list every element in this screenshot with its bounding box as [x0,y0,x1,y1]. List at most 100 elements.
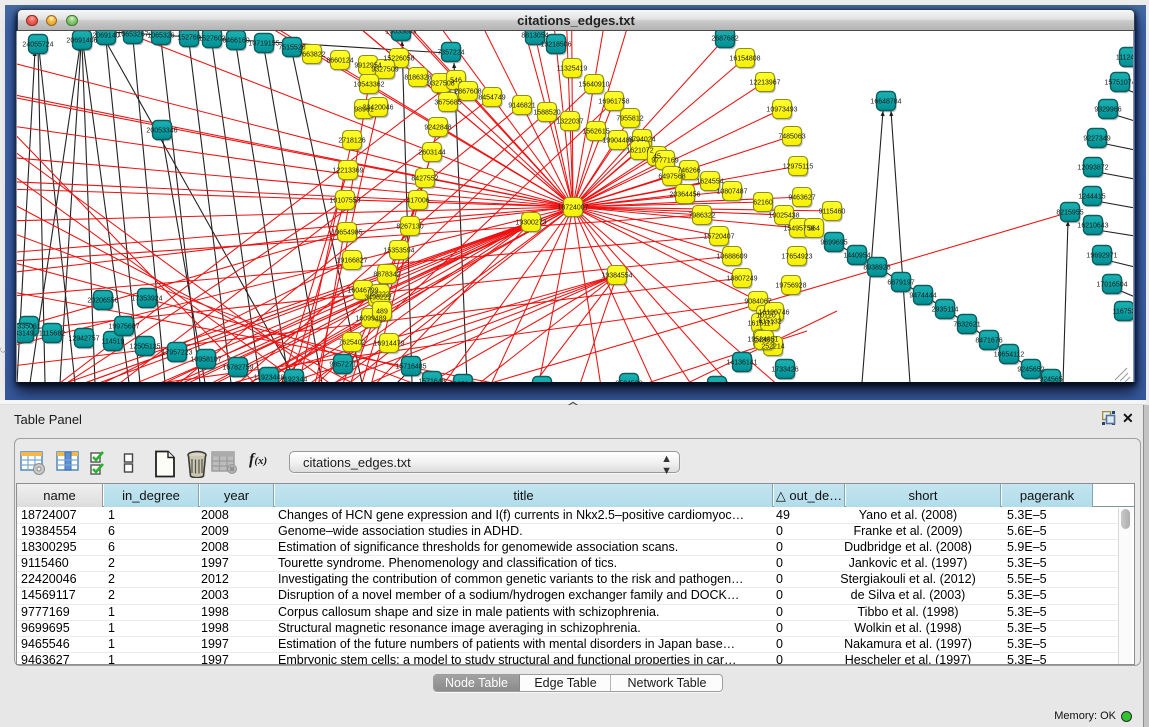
svg-text:16648784: 16648784 [870,99,901,106]
svg-text:16914479: 16914479 [373,341,404,348]
svg-text:10807487: 10807487 [716,189,747,196]
svg-text:11325419: 11325419 [557,66,588,73]
svg-text:964: 964 [808,226,820,233]
svg-text:19654985: 19654985 [331,230,362,237]
svg-text:16782759: 16782759 [222,365,253,372]
svg-text:12093872: 12093872 [1077,165,1108,172]
svg-text:9327509: 9327509 [371,67,398,74]
svg-text:10654112: 10654112 [994,352,1025,359]
svg-text:16120746: 16120746 [758,310,789,317]
svg-text:12942757: 12942757 [68,336,99,343]
svg-text:17957223: 17957223 [161,350,192,357]
svg-text:2069140: 2069140 [92,33,119,40]
svg-text:9463627: 9463627 [788,195,815,202]
svg-text:15716485: 15716485 [395,364,426,371]
svg-text:1440954: 1440954 [843,253,870,260]
svg-text:19756928: 19756928 [775,283,806,290]
svg-text:12975115: 12975115 [783,164,814,171]
svg-text:1624554: 1624554 [696,179,723,186]
svg-text:417006: 417006 [406,198,429,205]
svg-text:15226058: 15226058 [383,56,414,63]
svg-text:10719155: 10719155 [248,41,279,48]
svg-text:252214: 252214 [761,344,784,351]
svg-text:8215955: 8215955 [1056,210,1083,217]
svg-text:9115460: 9115460 [819,209,846,216]
svg-text:8660124: 8660124 [326,58,353,65]
svg-text:7955812: 7955812 [616,116,643,123]
svg-text:489: 489 [376,309,388,316]
svg-text:7632621: 7632621 [953,322,980,329]
svg-text:17016504: 17016504 [1096,282,1127,289]
svg-text:3675685: 3675685 [434,100,461,107]
svg-text:6466160: 6466160 [222,38,249,45]
svg-text:10688609: 10688609 [716,254,747,261]
svg-text:1621072: 1621072 [626,148,653,155]
svg-text:2603144: 2603144 [418,150,445,157]
svg-text:546: 546 [450,78,462,85]
svg-text:8427552: 8427552 [411,176,438,183]
svg-text:10543362: 10543362 [353,82,384,89]
svg-text:7357224: 7357224 [437,50,464,57]
svg-text:9227349: 9227349 [1083,136,1110,143]
svg-text:24851: 24851 [754,338,774,345]
svg-text:6879197: 6879197 [887,280,914,287]
svg-text:6794024: 6794024 [628,137,655,144]
svg-text:10033809: 10033809 [385,31,416,36]
svg-text:335061: 335061 [17,324,40,331]
svg-text:24055724: 24055724 [22,42,53,49]
svg-text:19975687: 19975687 [108,324,139,331]
svg-text:16099489: 16099489 [355,316,386,323]
svg-text:9777169: 9777169 [651,158,678,165]
svg-text:9524502: 9524502 [615,381,642,383]
svg-text:152760: 152760 [177,35,200,42]
svg-text:924565: 924565 [1039,377,1062,383]
svg-text:7515526: 7515526 [278,45,305,52]
svg-text:10653267: 10653267 [117,32,148,39]
svg-text:10973493: 10973493 [766,107,797,114]
svg-text:9245652: 9245652 [1017,367,1044,374]
svg-text:9242848: 9242848 [424,125,451,132]
svg-text:62160: 62160 [753,200,773,207]
svg-text:8878342: 8878342 [373,272,400,279]
svg-text:10958107: 10958107 [190,357,221,364]
svg-text:2687682: 2687682 [711,36,738,43]
svg-text:10107553: 10107553 [329,198,360,205]
svg-text:18724007: 18724007 [557,205,588,212]
svg-text:7625402: 7625402 [338,340,365,347]
svg-text:20206556: 20206556 [87,298,118,305]
svg-text:18807249: 18807249 [726,276,757,283]
svg-text:1065326: 1065326 [147,33,174,40]
svg-text:116753: 116753 [1113,309,1134,316]
svg-text:15640910: 15640910 [578,82,609,89]
svg-text:2718126: 2718126 [338,138,365,145]
svg-text:16210643: 16210643 [1077,223,1108,230]
svg-text:48222: 48222 [370,292,390,299]
svg-text:615132: 615132 [758,319,781,326]
svg-text:9146821: 9146821 [508,103,535,110]
svg-text:17654923: 17654923 [781,254,812,261]
svg-text:9857271: 9857271 [329,362,356,369]
svg-text:8813054: 8813054 [521,33,548,40]
svg-text:12505135: 12505135 [129,344,160,351]
svg-text:9474444: 9474444 [909,293,936,300]
svg-text:23420046: 23420046 [362,105,393,112]
svg-text:2935114: 2935114 [932,307,959,314]
svg-text:15751074: 15751074 [1104,80,1134,87]
svg-text:20364456: 20364456 [669,192,700,199]
svg-text:6497568: 6497568 [658,174,685,181]
svg-text:1115682: 1115682 [39,331,65,338]
svg-text:19692971: 19692971 [1086,253,1117,260]
svg-text:14136141: 14136141 [726,360,757,367]
svg-text:7485063: 7485063 [778,134,805,141]
svg-text:9084067: 9084067 [744,299,771,306]
svg-text:114519: 114519 [102,339,125,346]
svg-text:1112491: 1112491 [1116,55,1134,62]
svg-text:17353924: 17353924 [131,296,162,303]
svg-text:19218506: 19218506 [540,42,571,49]
svg-text:10025438: 10025438 [768,213,799,220]
svg-text:8454749: 8454749 [478,95,505,102]
svg-text:16154808: 16154808 [729,56,760,63]
svg-text:1733426: 1733426 [771,367,798,374]
svg-text:20053346: 20053346 [146,128,177,135]
svg-text:9699695: 9699695 [820,240,847,247]
